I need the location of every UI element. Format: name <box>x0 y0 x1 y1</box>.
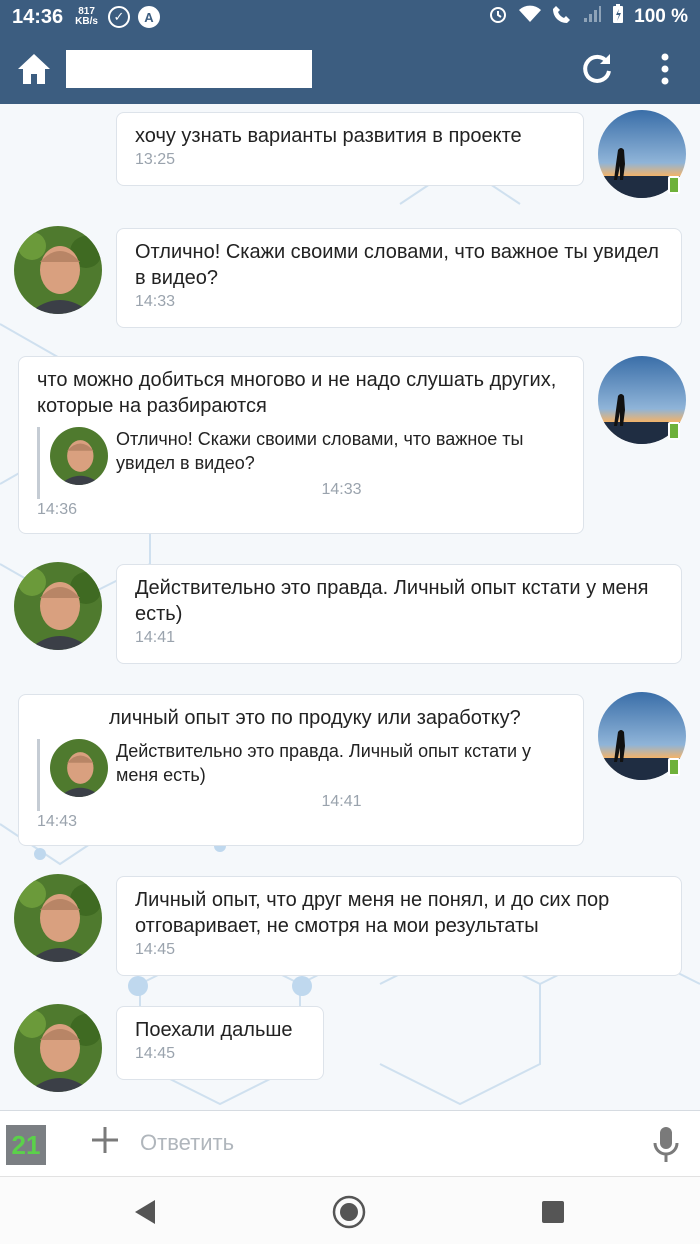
message-time: 14:33 <box>135 293 176 310</box>
message-bubble[interactable]: Отлично! Скажи своими словами, что важно… <box>116 228 682 328</box>
message-text: Отлично! Скажи своими словами, что важно… <box>135 241 659 289</box>
network-speed: 817 KB/s <box>75 7 98 27</box>
message-text: Личный опыт, что друг меня не понял, и д… <box>135 889 610 937</box>
man-photo <box>14 562 102 650</box>
quote-text: Действительно это правда. Личный опыт кс… <box>116 741 532 785</box>
chat-messages[interactable]: хочу узнать варианты развития в проекте … <box>0 104 700 1110</box>
back-button[interactable] <box>128 1195 162 1229</box>
message-bubble[interactable]: хочу узнать варианты развития в проекте … <box>116 112 584 186</box>
call-icon <box>552 4 572 30</box>
home-nav-button[interactable] <box>332 1195 366 1229</box>
check-circle-icon: ✓ <box>107 6 130 28</box>
message-bubble[interactable]: что можно добиться многово и не надо слу… <box>18 356 584 534</box>
chat-title[interactable] <box>66 50 312 88</box>
man-photo <box>14 226 102 314</box>
message-time: 14:45 <box>135 1045 176 1062</box>
man-photo <box>14 1004 102 1092</box>
status-time: 14:36 <box>12 5 64 28</box>
message-composer: 21 <box>0 1110 700 1176</box>
mobile-online-icon <box>668 422 680 440</box>
man-photo <box>14 874 102 962</box>
reply-input[interactable] <box>140 1123 620 1163</box>
recents-square-icon <box>542 1201 564 1223</box>
message-time: 14:45 <box>135 941 176 958</box>
mobile-online-icon <box>668 176 680 194</box>
message-bubble[interactable]: Поехали дальше 14:45 <box>116 1006 324 1080</box>
avatar-bot[interactable] <box>14 874 102 962</box>
avatar-bot[interactable] <box>14 562 102 650</box>
more-menu-button[interactable] <box>650 50 680 88</box>
back-triangle-icon <box>135 1200 155 1224</box>
recents-button[interactable] <box>536 1195 570 1229</box>
message-time: 14:43 <box>37 813 78 830</box>
mobile-online-icon <box>668 758 680 776</box>
battery-icon <box>612 4 624 30</box>
message-text: хочу узнать варианты развития в проекте <box>135 125 522 147</box>
home-icon <box>18 54 50 84</box>
wifi-icon <box>518 4 542 30</box>
refresh-button[interactable] <box>578 50 616 88</box>
more-vert-icon <box>661 53 669 85</box>
refresh-icon <box>583 54 611 83</box>
message-text: Действительно это правда. Личный опыт кс… <box>135 577 649 625</box>
avatar-bot[interactable] <box>14 226 102 314</box>
quoted-message[interactable]: Отлично! Скажи своими словами, что важно… <box>37 427 567 499</box>
microphone-icon <box>653 1127 679 1162</box>
quoted-message[interactable]: Действительно это правда. Личный опыт кс… <box>37 739 567 811</box>
a-circle-icon: A <box>137 6 160 28</box>
message-time: 13:25 <box>135 151 176 168</box>
attach-button[interactable] <box>88 1125 122 1159</box>
voice-button[interactable] <box>652 1125 680 1165</box>
quote-time: 14:33 <box>321 481 362 498</box>
avatar-bot[interactable] <box>14 1004 102 1092</box>
quote-avatar <box>50 427 108 485</box>
app-header <box>0 34 700 104</box>
message-bubble[interactable]: личный опыт это по продуку или заработку… <box>18 694 584 846</box>
home-circle-icon <box>332 1195 366 1229</box>
message-time: 14:41 <box>135 629 176 646</box>
quote-text: Отлично! Скажи своими словами, что важно… <box>116 429 524 473</box>
message-text: что можно добиться многово и не надо слу… <box>37 369 557 417</box>
message-text: Поехали дальше <box>135 1019 293 1041</box>
message-text: личный опыт это по продуку или заработку… <box>109 707 521 729</box>
plus-icon <box>92 1127 118 1153</box>
signal-icon <box>582 4 602 30</box>
message-time: 14:36 <box>37 501 78 518</box>
status-bar: 14:36 817 KB/s ✓ A 100 % <box>0 0 700 34</box>
system-nav-bar <box>0 1176 700 1244</box>
network-speed-unit: KB/s <box>75 16 98 27</box>
message-bubble[interactable]: Действительно это правда. Личный опыт кс… <box>116 564 682 664</box>
unread-counter[interactable]: 21 <box>6 1125 46 1165</box>
alarm-icon <box>488 4 508 30</box>
home-button[interactable] <box>14 49 54 89</box>
battery-percent: 100 % <box>634 6 688 27</box>
quote-avatar <box>50 739 108 797</box>
message-bubble[interactable]: Личный опыт, что друг меня не понял, и д… <box>116 876 682 976</box>
quote-time: 14:41 <box>321 793 362 810</box>
